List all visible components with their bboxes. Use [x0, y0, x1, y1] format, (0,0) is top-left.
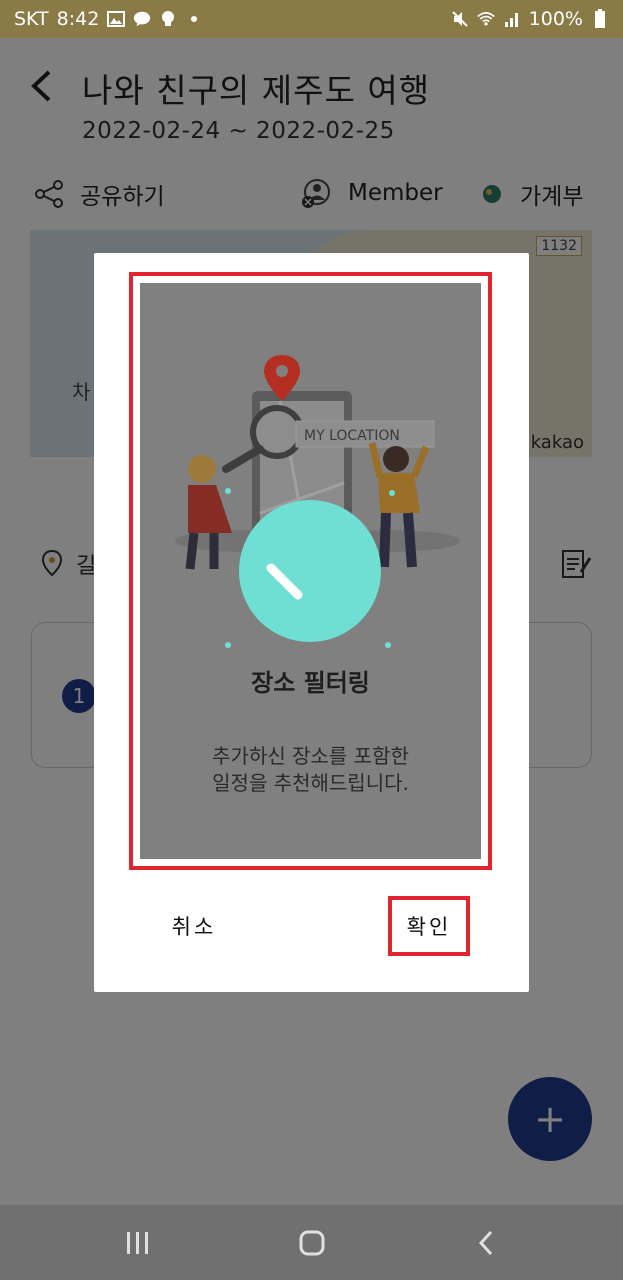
navigation-bar: [0, 1205, 623, 1280]
dialog-description-line-1: 추가하신 장소를 포함한: [212, 744, 409, 768]
battery-icon: [591, 9, 609, 28]
home-button[interactable]: [292, 1223, 332, 1263]
cancel-button[interactable]: 취소: [154, 906, 234, 946]
recent-apps-button[interactable]: [118, 1223, 158, 1263]
dialog-title: 장소 필터링: [251, 669, 370, 697]
status-right: 100%: [451, 8, 609, 30]
carrier-label: SKT: [14, 8, 49, 30]
illustration-highlight-frame: MY LOCATION 장소 필터링 추가하신 장소를 포함한 일정을 추천해드…: [129, 272, 492, 870]
status-left: SKT 8:42: [14, 8, 203, 30]
dot-icon: [185, 10, 203, 28]
clock: 8:42: [56, 8, 100, 30]
home-icon: [299, 1230, 325, 1256]
image-icon: [107, 10, 126, 28]
signal-icon: [503, 10, 521, 28]
bulb-icon: [159, 10, 177, 28]
wifi-icon: [476, 10, 495, 28]
recent-apps-icon: [127, 1232, 148, 1254]
status-bar: SKT 8:42 100%: [0, 0, 623, 38]
my-location-label: MY LOCATION: [304, 428, 400, 444]
nav-back-button[interactable]: [466, 1223, 506, 1263]
nav-back-icon: [478, 1230, 493, 1256]
place-filter-dialog: MY LOCATION 장소 필터링 추가하신 장소를 포함한 일정을 추천해드…: [94, 253, 529, 992]
dialog-description: 추가하신 장소를 포함한 일정을 추천해드립니다.: [140, 743, 481, 797]
confirm-button[interactable]: 확인: [388, 896, 470, 956]
dialog-description-line-2: 일정을 추천해드립니다.: [212, 771, 409, 795]
talk-icon: [133, 10, 151, 28]
mute-icon: [451, 10, 469, 28]
onboarding-illustration: MY LOCATION 장소 필터링 추가하신 장소를 포함한 일정을 추천해드…: [140, 283, 481, 859]
battery-percent: 100%: [528, 8, 583, 30]
